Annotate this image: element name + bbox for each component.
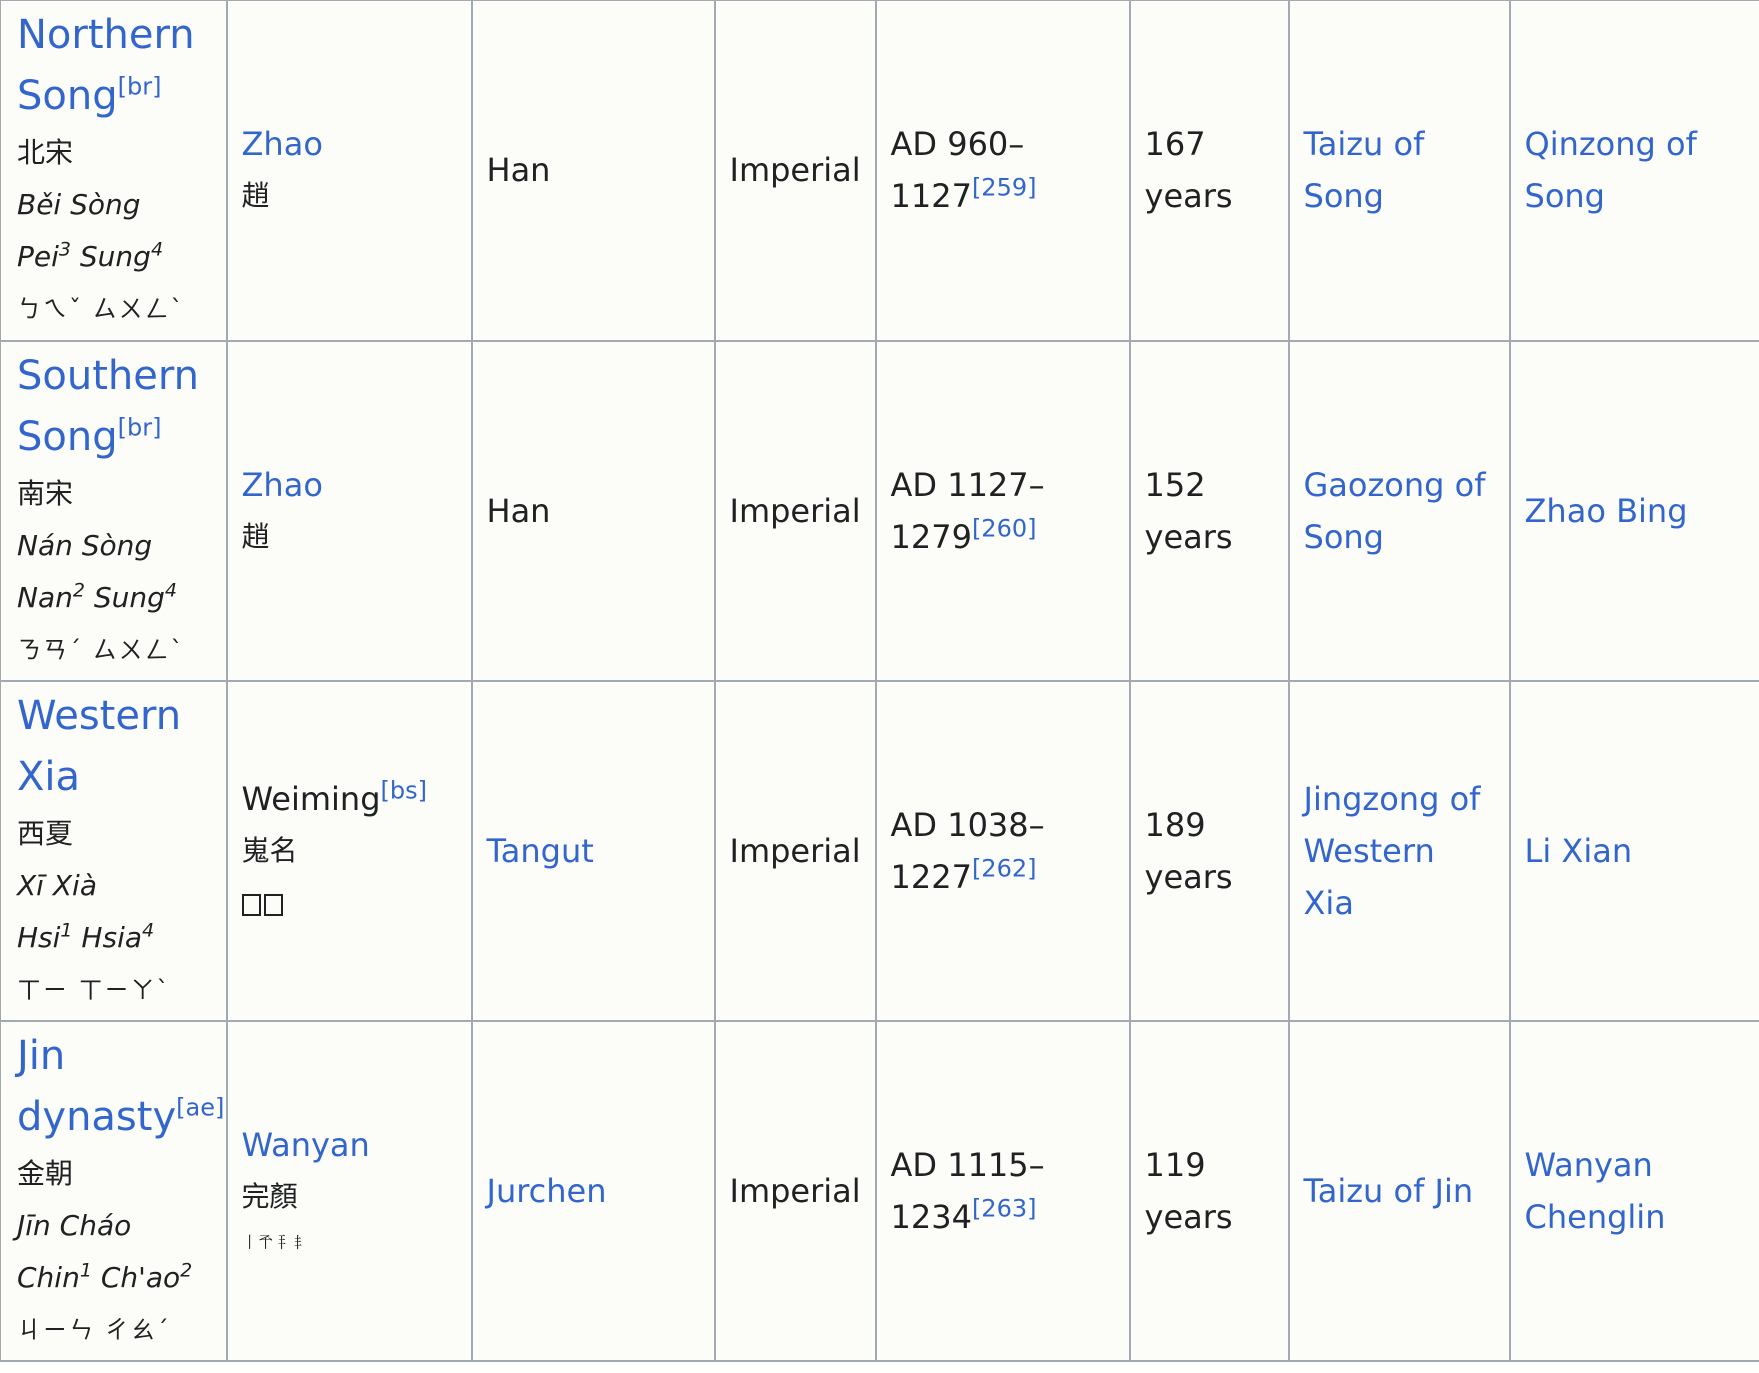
chinese-name: 金朝 — [17, 1156, 74, 1190]
ethnicity-link[interactable]: Jurchen — [487, 1172, 607, 1210]
duration-cell: 167 years — [1128, 0, 1290, 342]
wade-giles: Nan2 Sung4 — [17, 579, 177, 614]
citation-ref[interactable]: [260] — [972, 514, 1037, 542]
founder-link[interactable]: Jingzong of Western Xia — [1304, 773, 1495, 929]
house-link[interactable]: Zhao — [242, 125, 323, 163]
house-chinese: 趙 — [241, 519, 270, 553]
ethnicity-cell: Jurchen — [470, 1019, 716, 1362]
pinyin: Jīn Cháo — [17, 1208, 132, 1242]
zhuyin: ㄅㄟˇ ㄙㄨㄥˋ — [17, 295, 185, 324]
founder-cell: Taizu of Song — [1287, 0, 1511, 342]
pinyin: Xī Xià — [17, 868, 97, 902]
last-ruler-link[interactable]: Li Xian — [1525, 825, 1746, 877]
wade-giles: Chin1 Ch'ao2 — [17, 1259, 193, 1294]
ethnicity-cell: Han — [470, 339, 716, 682]
duration-cell: 189 years — [1128, 679, 1290, 1022]
citation-ref[interactable]: [263] — [972, 1194, 1037, 1222]
house-link[interactable]: Zhao — [242, 466, 323, 504]
title-cell: Imperial — [713, 679, 877, 1022]
founder-cell: Taizu of Jin — [1287, 1019, 1511, 1362]
dynasty-link[interactable]: Jin — [17, 1033, 65, 1079]
last-ruler-cell: Zhao Bing — [1508, 339, 1759, 682]
duration-cell: 152 years — [1128, 339, 1290, 682]
dynasty-link[interactable]: Southern — [17, 353, 199, 399]
dynasty-cell: Northern Song[br] 北宋 Běi Sòng Pei3 Sung4… — [0, 0, 228, 342]
last-ruler-cell: Wanyan Chenglin — [1508, 1019, 1759, 1362]
tangut-script-glyphs — [241, 877, 457, 929]
pinyin: Nán Sòng — [17, 528, 153, 562]
founder-link[interactable]: Taizu of Jin — [1304, 1165, 1495, 1217]
chinese-name: 北宋 — [17, 136, 74, 170]
duration-cell: 119 years — [1128, 1019, 1290, 1362]
pinyin: Běi Sòng — [17, 188, 141, 222]
dynasty-link[interactable]: Northern — [17, 12, 195, 58]
table-row: Western Xia 西夏 Xī Xià Hsi1 Hsia4 ㄒㄧ ㄒㄧㄚˋ… — [0, 679, 1759, 1022]
house-name: Weiming — [241, 779, 381, 818]
founder-link[interactable]: Gaozong of Song — [1304, 459, 1495, 563]
note-ref[interactable]: [ae] — [176, 1093, 224, 1121]
dynasty-link[interactable]: Western — [17, 693, 181, 739]
chinese-name: 南宋 — [17, 476, 74, 510]
wade-giles: Hsi1 Hsia4 — [17, 919, 155, 954]
last-ruler-cell: Qinzong of Song — [1508, 0, 1759, 342]
founder-cell: Gaozong of Song — [1287, 339, 1511, 682]
citation-ref[interactable]: [262] — [972, 854, 1037, 882]
ruling-house-cell: Weiming[bs] 嵬名 — [225, 679, 473, 1022]
dynasty-link[interactable]: Song — [17, 73, 118, 119]
dynasty-link[interactable]: dynasty — [17, 1094, 176, 1140]
wade-giles: Pei3 Sung4 — [17, 238, 164, 274]
chinese-name: 西夏 — [17, 816, 74, 850]
period-cell: AD 1115– 1234[263] — [874, 1019, 1131, 1362]
ruling-house-cell: Wanyan 完顏 𘠁𘡚𘡠𘡡 — [225, 1019, 473, 1362]
title-cell: Imperial — [713, 0, 877, 342]
last-ruler-cell: Li Xian — [1508, 679, 1759, 1022]
dynasty-table: Northern Song[br] 北宋 Běi Sòng Pei3 Sung4… — [0, 0, 1759, 1362]
last-ruler-link[interactable]: Wanyan Chenglin — [1525, 1139, 1746, 1243]
dynasty-cell: Western Xia 西夏 Xī Xià Hsi1 Hsia4 ㄒㄧ ㄒㄧㄚˋ — [0, 679, 228, 1022]
period-cell: AD 1127– 1279[260] — [874, 339, 1131, 682]
ruling-house-cell: Zhao 趙 — [225, 0, 473, 342]
ethnicity-cell: Han — [470, 0, 716, 342]
period-cell: AD 960– 1127[259] — [874, 0, 1131, 342]
ethnicity-link[interactable]: Tangut — [487, 832, 594, 870]
title-cell: Imperial — [713, 1019, 877, 1362]
house-chinese: 趙 — [241, 179, 270, 213]
note-ref[interactable]: [bs] — [381, 776, 427, 804]
house-chinese: 嵬名 — [241, 833, 298, 867]
founder-link[interactable]: Taizu of Song — [1304, 118, 1495, 222]
house-link[interactable]: Wanyan — [242, 1126, 370, 1164]
zhuyin: ㄋㄢˊ ㄙㄨㄥˋ — [17, 635, 185, 664]
zhuyin: ㄐㄧㄣ ㄔㄠˊ — [17, 1315, 171, 1344]
house-chinese: 完顏 — [241, 1179, 298, 1213]
zhuyin: ㄒㄧ ㄒㄧㄚˋ — [17, 975, 171, 1004]
note-ref[interactable]: [br] — [118, 413, 162, 441]
title-cell: Imperial — [713, 339, 877, 682]
jurchen-script: 𘠁𘡚𘡠𘡡 — [241, 1232, 306, 1252]
table-row: Jin dynasty[ae] 金朝 Jīn Cháo Chin1 Ch'ao2… — [0, 1019, 1759, 1362]
last-ruler-link[interactable]: Zhao Bing — [1525, 485, 1746, 537]
note-ref[interactable]: [br] — [118, 73, 162, 101]
citation-ref[interactable]: [259] — [972, 174, 1037, 202]
dynasty-link[interactable]: Xia — [17, 754, 80, 800]
last-ruler-link[interactable]: Qinzong of Song — [1525, 118, 1746, 222]
ruling-house-cell: Zhao 趙 — [225, 339, 473, 682]
period-cell: AD 1038– 1227[262] — [874, 679, 1131, 1022]
table-row: Northern Song[br] 北宋 Běi Sòng Pei3 Sung4… — [0, 0, 1759, 342]
founder-cell: Jingzong of Western Xia — [1287, 679, 1511, 1022]
dynasty-cell: Southern Song[br] 南宋 Nán Sòng Nan2 Sung4… — [0, 339, 228, 682]
ethnicity-cell: Tangut — [470, 679, 716, 1022]
dynasty-link[interactable]: Song — [17, 414, 118, 460]
table-row: Southern Song[br] 南宋 Nán Sòng Nan2 Sung4… — [0, 339, 1759, 682]
dynasty-cell: Jin dynasty[ae] 金朝 Jīn Cháo Chin1 Ch'ao2… — [0, 1019, 228, 1362]
